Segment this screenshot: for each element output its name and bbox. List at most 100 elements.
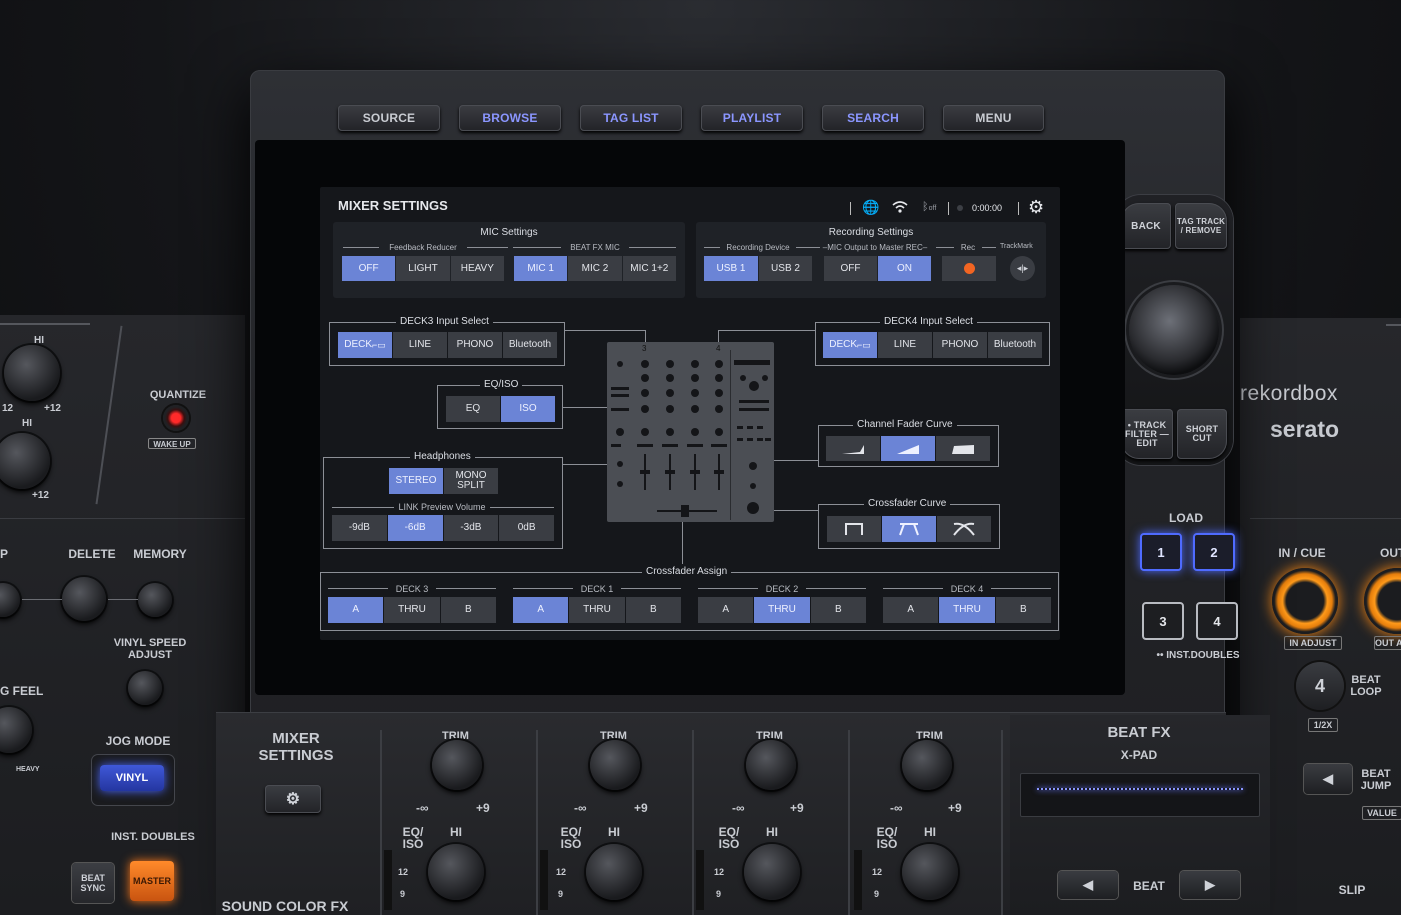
rotary-selector-knob[interactable] bbox=[1129, 285, 1219, 375]
load-3-button[interactable]: 3 bbox=[1142, 602, 1184, 640]
deck1-thru-option[interactable]: THRU bbox=[569, 597, 625, 623]
mic-2-option[interactable]: MIC 2 bbox=[568, 256, 622, 281]
trackmark-button[interactable]: ◂|▸ bbox=[1010, 256, 1035, 281]
stereo-option[interactable]: STEREO bbox=[389, 468, 443, 494]
mic-1-2-option[interactable]: MIC 1+2 bbox=[622, 256, 676, 281]
hi-eq-knob[interactable] bbox=[744, 844, 800, 900]
in-cue-button[interactable] bbox=[1272, 568, 1338, 634]
deck4-a-option[interactable]: A bbox=[883, 597, 939, 623]
deck1-b-option[interactable]: B bbox=[625, 597, 681, 623]
hi-eq-knob[interactable] bbox=[428, 844, 484, 900]
bluetooth-icon[interactable]: ᛒoff bbox=[922, 201, 936, 213]
deck3-deck-option[interactable]: DECK ⌐▭ bbox=[338, 332, 392, 358]
deck2-a-option[interactable]: A bbox=[698, 597, 754, 623]
trim-knob[interactable] bbox=[746, 740, 796, 790]
beat-loop-button[interactable]: 4 bbox=[1296, 662, 1344, 710]
mono-split-option[interactable]: MONO SPLIT bbox=[444, 468, 498, 494]
tag-track-remove-button[interactable]: TAG TRACK / REMOVE bbox=[1175, 203, 1227, 249]
inst-doubles-label: INST. DOUBLES bbox=[111, 831, 195, 843]
hi-eq-knob[interactable] bbox=[902, 844, 958, 900]
recording-settings-title: Recording Settings bbox=[828, 227, 914, 238]
cue-button-left[interactable] bbox=[0, 583, 20, 617]
usb-1-option[interactable]: USB 1 bbox=[704, 256, 758, 281]
hi-knob[interactable] bbox=[4, 345, 60, 401]
mic-1-option[interactable]: MIC 1 bbox=[514, 256, 568, 281]
channel-curve-option-3[interactable] bbox=[936, 436, 990, 461]
level-meter bbox=[854, 850, 862, 910]
browse-button[interactable]: BROWSE bbox=[459, 105, 561, 131]
short-cut-button[interactable]: SHORT CUT bbox=[1177, 409, 1227, 459]
scale-12-label: 12 bbox=[398, 867, 409, 877]
cross-curve-option-3[interactable] bbox=[937, 516, 991, 542]
memory-button[interactable] bbox=[138, 583, 172, 617]
delete-button[interactable] bbox=[62, 577, 106, 621]
wifi-icon[interactable] bbox=[892, 200, 908, 217]
menu-button[interactable]: MENU bbox=[943, 105, 1044, 131]
deck3-thru-option[interactable]: THRU bbox=[384, 597, 440, 623]
deck3-phono-option[interactable]: PHONO bbox=[448, 332, 502, 358]
hi-knob-2[interactable] bbox=[0, 433, 50, 489]
feedback-heavy-option[interactable]: HEAVY bbox=[450, 256, 504, 281]
link-minus3-option[interactable]: -3dB bbox=[443, 515, 499, 541]
link-0-option[interactable]: 0dB bbox=[499, 515, 554, 541]
playlist-button[interactable]: PLAYLIST bbox=[701, 105, 803, 131]
feedback-off-option[interactable]: OFF bbox=[342, 256, 396, 281]
deck3-b-option[interactable]: B bbox=[440, 597, 496, 623]
beat-left-button[interactable]: ◀ bbox=[1058, 871, 1118, 899]
tag-list-button[interactable]: TAG LIST bbox=[580, 105, 682, 131]
deck2-thru-option[interactable]: THRU bbox=[754, 597, 810, 623]
link-minus9-option[interactable]: -9dB bbox=[332, 515, 387, 541]
x-pad-touch-strip[interactable] bbox=[1020, 773, 1260, 817]
mic-output-off-option[interactable]: OFF bbox=[824, 256, 877, 281]
hi-eq-knob[interactable] bbox=[586, 844, 642, 900]
out-button[interactable] bbox=[1364, 568, 1401, 634]
quantize-button[interactable] bbox=[163, 405, 189, 431]
trim-knob[interactable] bbox=[432, 740, 482, 790]
mixer-settings-button[interactable]: ⚙ bbox=[265, 785, 321, 813]
rec-button[interactable] bbox=[942, 256, 996, 281]
cross-curve-option-2[interactable] bbox=[882, 516, 936, 542]
gear-icon[interactable]: ⚙ bbox=[1028, 197, 1044, 218]
beat-right-button[interactable]: ▶ bbox=[1180, 871, 1240, 899]
deck4-line-option[interactable]: LINE bbox=[878, 332, 932, 358]
load-4-button[interactable]: 4 bbox=[1196, 602, 1238, 640]
load-2-button[interactable]: 2 bbox=[1193, 533, 1235, 571]
deck3-line-option[interactable]: LINE bbox=[393, 332, 447, 358]
globe-icon[interactable]: 🌐 bbox=[862, 199, 879, 216]
eq-option[interactable]: EQ bbox=[446, 396, 500, 422]
deck4-phono-option[interactable]: PHONO bbox=[933, 332, 987, 358]
source-button[interactable]: SOURCE bbox=[338, 105, 440, 131]
mic-output-on-option[interactable]: ON bbox=[878, 256, 931, 281]
trim-knob[interactable] bbox=[590, 740, 640, 790]
deck1-a-option[interactable]: A bbox=[513, 597, 569, 623]
master-button[interactable]: MASTER bbox=[130, 861, 174, 901]
memory-label: MEMORY bbox=[133, 547, 187, 561]
heavy-label: HEAVY bbox=[16, 766, 40, 773]
jog-feel-knob[interactable] bbox=[0, 707, 32, 753]
deck4-thru-option[interactable]: THRU bbox=[939, 597, 995, 623]
back-button[interactable]: BACK bbox=[1121, 203, 1171, 249]
beat-jump-back-button[interactable]: ◀ bbox=[1304, 764, 1352, 794]
deck4-bluetooth-option[interactable]: Bluetooth bbox=[988, 332, 1042, 358]
vinyl-speed-adjust-knob[interactable] bbox=[128, 671, 162, 705]
cross-curve-option-1[interactable] bbox=[827, 516, 881, 542]
deck4-b-option[interactable]: B bbox=[995, 597, 1051, 623]
trim-knob[interactable] bbox=[902, 740, 952, 790]
channel-curve-option-1[interactable] bbox=[826, 436, 880, 461]
curve-linear-icon bbox=[897, 444, 919, 454]
x-pad-led-bar bbox=[1037, 788, 1243, 790]
vinyl-button[interactable]: VINYL bbox=[92, 755, 174, 805]
track-filter-edit-button[interactable]: • TRACK FILTER — EDIT bbox=[1121, 409, 1173, 459]
deck2-b-option[interactable]: B bbox=[810, 597, 866, 623]
channel-curve-option-2[interactable] bbox=[881, 436, 935, 461]
beat-sync-button[interactable]: BEAT SYNC bbox=[72, 863, 114, 903]
search-button[interactable]: SEARCH bbox=[822, 105, 924, 131]
deck4-deck-option[interactable]: DECK ⌐▭ bbox=[823, 332, 877, 358]
feedback-light-option[interactable]: LIGHT bbox=[396, 256, 450, 281]
deck3-bluetooth-option[interactable]: Bluetooth bbox=[503, 332, 557, 358]
deck3-a-option[interactable]: A bbox=[328, 597, 384, 623]
usb-2-option[interactable]: USB 2 bbox=[759, 256, 812, 281]
load-1-button[interactable]: 1 bbox=[1140, 533, 1182, 571]
iso-option[interactable]: ISO bbox=[501, 396, 555, 422]
link-minus6-option[interactable]: -6dB bbox=[387, 515, 443, 541]
